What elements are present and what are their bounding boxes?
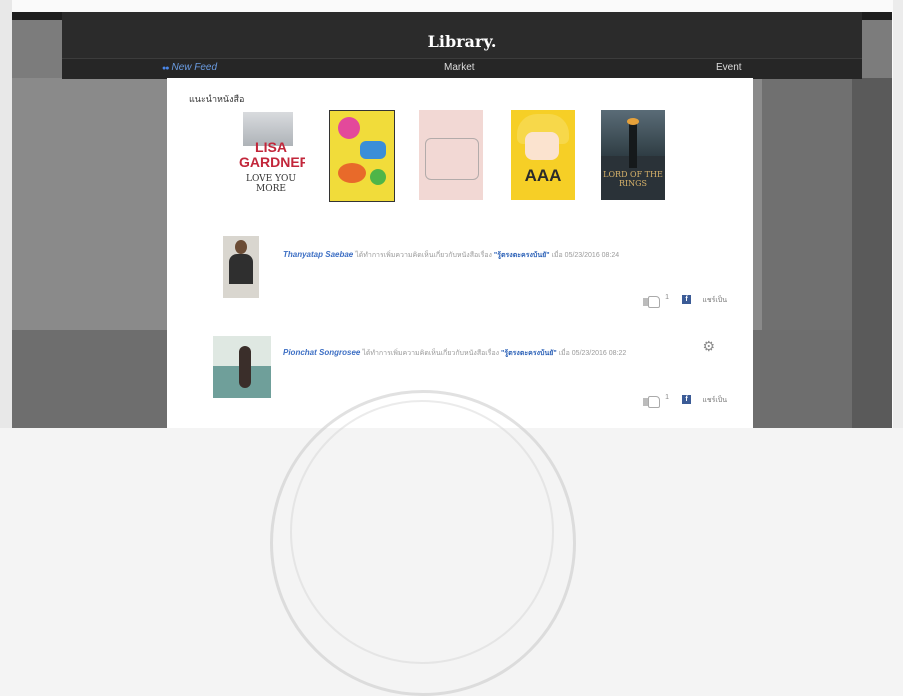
facebook-icon[interactable]: f [682, 295, 691, 304]
scan-edge-left [0, 0, 12, 428]
screen: Library. ●● New Feed Market Event แนะนำหน… [12, 12, 892, 428]
book-cover-title: LISA GARDNER [239, 139, 305, 170]
like-count: 1 [665, 394, 669, 401]
facebook-icon[interactable]: f [682, 395, 691, 404]
book-cover[interactable] [419, 110, 483, 200]
post-book-link[interactable]: "รู้ตรงตะครงบ้นยั" [501, 350, 557, 357]
book-cover[interactable]: LISA GARDNER LOVE YOU MORE [237, 110, 305, 200]
post-text: Pionchat Songrosee ได้ทำการเพิ่มความคิดเ… [283, 348, 713, 359]
feed-post: Thanyatap Saebae ได้ทำการเพิ่มความคิดเห็… [207, 224, 727, 314]
nav-market[interactable]: Market [444, 62, 475, 73]
share-label[interactable]: แชร์เป็น [702, 395, 727, 406]
post-user-link[interactable]: Pionchat Songrosee [283, 348, 360, 357]
post-date-prefix: เมื่อ [558, 350, 570, 357]
post-user-link[interactable]: Thanyatap Saebae [283, 250, 353, 259]
avatar[interactable] [213, 336, 271, 398]
active-indicator-icon: ●● [162, 65, 170, 72]
nav-event[interactable]: Event [716, 62, 742, 73]
main-nav: ●● New Feed Market Event [62, 58, 862, 79]
book-carousel: LISA GARDNER LOVE YOU MORE AAA LORD OF T… [237, 110, 707, 202]
book-cover[interactable]: AAA [511, 110, 575, 200]
nav-label: New Feed [171, 62, 218, 73]
scan-edge-right [893, 0, 903, 428]
book-cover-title: LORD OF THE RINGS [603, 170, 663, 188]
thumbs-up-icon[interactable] [643, 294, 660, 308]
share-label[interactable]: แชร์เป็น [702, 295, 727, 306]
gear-icon[interactable]: ⚙ [702, 338, 715, 355]
thumbs-up-icon[interactable] [643, 394, 660, 408]
recommend-title: แนะนำหนังสือ [189, 94, 245, 104]
book-cover[interactable]: LORD OF THE RINGS [601, 110, 665, 200]
watermark-ring-inner [290, 400, 554, 664]
post-text: Thanyatap Saebae ได้ทำการเพิ่มความคิดเห็… [283, 250, 713, 261]
post-actions: 1 f แชร์เป็น [617, 294, 727, 308]
book-cover-title: AAA [524, 166, 562, 185]
post-book-link[interactable]: "รู้ตรงตะครงบ้นยั" [494, 252, 550, 259]
book-cover[interactable] [329, 110, 395, 202]
cover-art [425, 138, 479, 180]
post-actions: 1 f แชร์เป็น [617, 394, 727, 408]
app-header: Library. ●● New Feed Market Event [62, 12, 862, 79]
app-title: Library. [427, 32, 497, 51]
main-content: แนะนำหนังสือ LISA GARDNER LOVE YOU MORE … [167, 78, 753, 428]
post-date-prefix: เมื่อ [551, 252, 563, 259]
post-action: ได้ทำการเพิ่มความคิดเห็นเกี่ยวกับหนังสือ… [362, 350, 500, 357]
like-count: 1 [665, 294, 669, 301]
book-cover-subtitle: LOVE YOU MORE [245, 174, 297, 194]
post-date: 05/23/2016 08:24 [564, 252, 620, 259]
post-date: 05/23/2016 08:22 [571, 350, 627, 357]
avatar[interactable] [223, 236, 259, 298]
backdrop-right-edge [852, 78, 892, 428]
nav-new-feed[interactable]: ●● New Feed [162, 62, 217, 73]
post-action: ได้ทำการเพิ่มความคิดเห็นเกี่ยวกับหนังสือ… [355, 252, 492, 259]
